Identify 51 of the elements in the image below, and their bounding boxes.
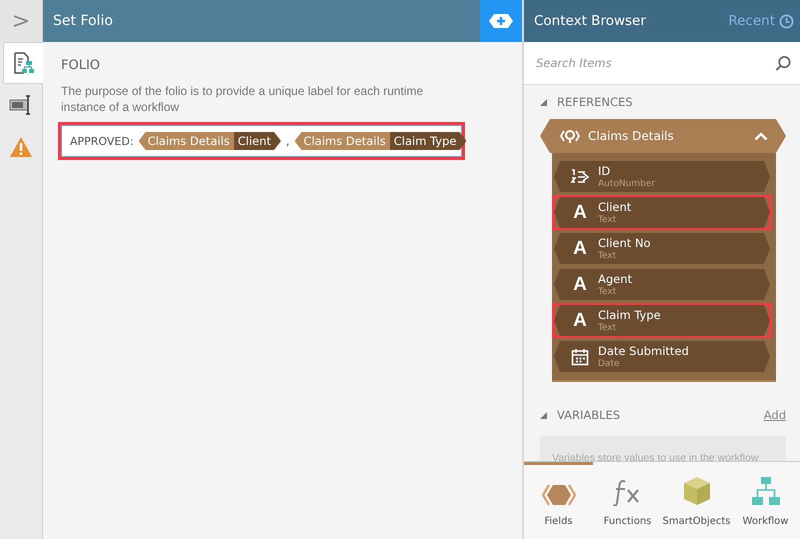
item-name: Client No	[598, 236, 651, 250]
panel-title: Context Browser	[534, 13, 646, 29]
hexagon-icon	[542, 484, 576, 506]
search-icon	[775, 54, 792, 72]
item-name: Date Submitted	[598, 344, 689, 358]
reference-item[interactable]: ID AutoNumber	[552, 159, 772, 194]
number-list-icon	[570, 168, 590, 186]
footer-tab[interactable]: SmartObjects	[662, 462, 731, 539]
search-field[interactable]: Search Items	[534, 55, 775, 71]
chevron-up-icon[interactable]	[754, 132, 768, 140]
description: The purpose of the folio is to provide a unique label for each runtime instance of a workflow	[61, 83, 424, 115]
text-type-icon: A	[570, 310, 590, 332]
footer-tab[interactable]: Workflow	[731, 462, 800, 539]
reference-item[interactable]: Date Submitted Date	[552, 339, 772, 374]
panel-title: Set Folio	[53, 13, 113, 29]
item-name: ID	[598, 164, 612, 178]
document-tree-icon	[12, 51, 34, 75]
item-type: Text	[598, 214, 618, 226]
item-type: Text	[598, 250, 618, 262]
collapse-triangle-icon[interactable]	[540, 412, 547, 418]
search-field[interactable]: Search Items	[524, 42, 800, 85]
text-type-icon: A	[570, 238, 590, 260]
calendar-icon	[570, 348, 590, 366]
rail-tab[interactable]	[3, 42, 43, 84]
text-type-icon: A	[570, 202, 590, 224]
reference-icon	[560, 128, 580, 144]
warning-icon	[9, 136, 33, 158]
section-heading: FOLIO	[61, 58, 102, 73]
add-button[interactable]	[480, 0, 522, 42]
item-name: Agent	[598, 272, 632, 286]
cube-icon	[682, 476, 712, 506]
section-heading: VARIABLES	[557, 408, 620, 422]
plus-icon	[489, 14, 513, 28]
item-name: Client	[598, 200, 632, 214]
reference-group-header[interactable]: Claims Details	[540, 119, 786, 153]
footer-tab[interactable]: Functions	[593, 462, 662, 539]
literal-text: ,	[286, 134, 290, 148]
workflow-icon	[750, 476, 780, 506]
text-type-icon: A	[570, 274, 590, 296]
clock-icon	[779, 14, 794, 28]
hint-text: Variables store values to use in the workflow	[552, 452, 758, 461]
item-name: Claim Type	[598, 308, 661, 322]
section-heading: REFERENCES	[557, 95, 633, 109]
item-type: Date	[598, 358, 621, 370]
item-type: Text	[598, 286, 618, 298]
footer-tab[interactable]: Fields	[524, 462, 593, 539]
item-type: AutoNumber	[598, 178, 656, 190]
collapse-triangle-icon[interactable]	[540, 98, 547, 106]
text-cursor-box-icon	[9, 94, 33, 116]
literal-text: APPROVED:	[70, 134, 134, 148]
item-type: Text	[598, 322, 618, 334]
